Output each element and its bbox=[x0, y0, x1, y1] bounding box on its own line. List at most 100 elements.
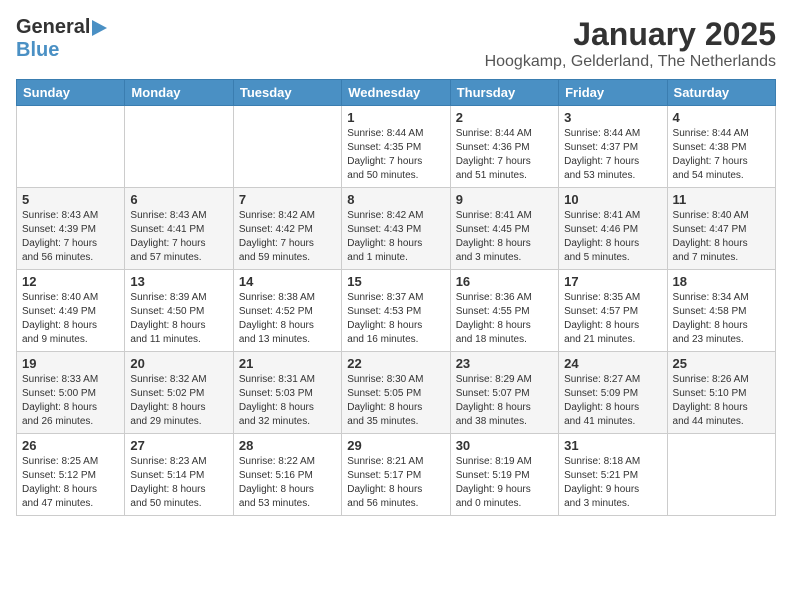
day-info: Sunrise: 8:40 AM Sunset: 4:47 PM Dayligh… bbox=[673, 209, 770, 265]
day-number: 30 bbox=[456, 438, 553, 453]
calendar-cell: 8Sunrise: 8:42 AM Sunset: 4:43 PM Daylig… bbox=[342, 188, 450, 270]
day-info: Sunrise: 8:44 AM Sunset: 4:38 PM Dayligh… bbox=[673, 127, 770, 183]
day-info: Sunrise: 8:38 AM Sunset: 4:52 PM Dayligh… bbox=[239, 291, 336, 347]
day-number: 31 bbox=[564, 438, 661, 453]
day-number: 26 bbox=[22, 438, 119, 453]
weekday-header-friday: Friday bbox=[559, 80, 667, 106]
calendar-cell: 16Sunrise: 8:36 AM Sunset: 4:55 PM Dayli… bbox=[450, 270, 558, 352]
month-title: January 2025 bbox=[485, 16, 776, 53]
day-number: 1 bbox=[347, 110, 444, 125]
week-row-3: 12 Sunrise: 8:40 AM Sunset: 4:49 PM Dayli… bbox=[17, 270, 776, 352]
calendar-table: SundayMondayTuesdayWednesdayThursdayFrid… bbox=[16, 79, 776, 516]
day-info: Sunrise: 8:29 AM Sunset: 5:07 PM Dayligh… bbox=[456, 373, 553, 429]
day-number: 15 bbox=[347, 274, 444, 289]
day-info: Sunrise: 8:37 AM Sunset: 4:53 PM Dayligh… bbox=[347, 291, 444, 347]
day-number: 5 bbox=[22, 192, 119, 207]
day-info: Sunrise: 8:35 AM Sunset: 4:57 PM Dayligh… bbox=[564, 291, 661, 347]
day-number: 3 bbox=[564, 110, 661, 125]
day-info: Sunrise: 8:42 AM Sunset: 4:43 PM Dayligh… bbox=[347, 209, 444, 265]
day-info: Sunrise: 8:31 AM Sunset: 5:03 PM Dayligh… bbox=[239, 373, 336, 429]
day-info: Sunrise: 8:44 AM Sunset: 4:35 PM Dayligh… bbox=[347, 127, 444, 183]
calendar-cell: 30 Sunrise: 8:19 AM Sunset: 5:19 PM Dayli… bbox=[450, 434, 558, 516]
calendar-page: General Blue January 2025 Hoogkamp, Geld… bbox=[0, 0, 792, 612]
day-number: 2 bbox=[456, 110, 553, 125]
calendar-cell: 6 Sunrise: 8:43 AM Sunset: 4:41 PM Daylig… bbox=[125, 188, 233, 270]
calendar-cell: 10 Sunrise: 8:41 AM Sunset: 4:46 PM Dayli… bbox=[559, 188, 667, 270]
day-info: Sunrise: 8:44 AM Sunset: 4:36 PM Dayligh… bbox=[456, 127, 553, 183]
calendar-cell bbox=[233, 106, 341, 188]
calendar-cell: 3 Sunrise: 8:44 AM Sunset: 4:37 PM Daylig… bbox=[559, 106, 667, 188]
calendar-cell: 29 Sunrise: 8:21 AM Sunset: 5:17 PM Dayli… bbox=[342, 434, 450, 516]
weekday-header-thursday: Thursday bbox=[450, 80, 558, 106]
day-info: Sunrise: 8:21 AM Sunset: 5:17 PM Dayligh… bbox=[347, 455, 444, 511]
day-number: 17 bbox=[564, 274, 661, 289]
day-info: Sunrise: 8:42 AM Sunset: 4:42 PM Dayligh… bbox=[239, 209, 336, 265]
day-number: 4 bbox=[673, 110, 770, 125]
calendar-cell: 26 Sunrise: 8:25 AM Sunset: 5:12 PM Dayli… bbox=[17, 434, 125, 516]
day-number: 6 bbox=[130, 192, 227, 207]
calendar-cell: 7 Sunrise: 8:42 AM Sunset: 4:42 PM Daylig… bbox=[233, 188, 341, 270]
logo: General Blue bbox=[16, 16, 107, 62]
title-block: January 2025 Hoogkamp, Gelderland, The N… bbox=[485, 16, 776, 71]
calendar-cell: 5 Sunrise: 8:43 AM Sunset: 4:39 PM Daylig… bbox=[17, 188, 125, 270]
day-info: Sunrise: 8:43 AM Sunset: 4:39 PM Dayligh… bbox=[22, 209, 119, 265]
day-number: 11 bbox=[673, 192, 770, 207]
day-info: Sunrise: 8:32 AM Sunset: 5:02 PM Dayligh… bbox=[130, 373, 227, 429]
calendar-cell: 18 Sunrise: 8:34 AM Sunset: 4:58 PM Dayli… bbox=[667, 270, 775, 352]
header: General Blue January 2025 Hoogkamp, Geld… bbox=[16, 16, 776, 71]
day-number: 18 bbox=[673, 274, 770, 289]
location-title: Hoogkamp, Gelderland, The Netherlands bbox=[485, 53, 776, 71]
day-info: Sunrise: 8:39 AM Sunset: 4:50 PM Dayligh… bbox=[130, 291, 227, 347]
day-number: 25 bbox=[673, 356, 770, 371]
calendar-cell: 11 Sunrise: 8:40 AM Sunset: 4:47 PM Dayli… bbox=[667, 188, 775, 270]
day-info: Sunrise: 8:19 AM Sunset: 5:19 PM Dayligh… bbox=[456, 455, 553, 511]
day-info: Sunrise: 8:41 AM Sunset: 4:46 PM Dayligh… bbox=[564, 209, 661, 265]
calendar-cell: 28Sunrise: 8:22 AM Sunset: 5:16 PM Dayli… bbox=[233, 434, 341, 516]
day-info: Sunrise: 8:27 AM Sunset: 5:09 PM Dayligh… bbox=[564, 373, 661, 429]
day-number: 13 bbox=[130, 274, 227, 289]
calendar-cell: 9 Sunrise: 8:41 AM Sunset: 4:45 PM Daylig… bbox=[450, 188, 558, 270]
day-info: Sunrise: 8:44 AM Sunset: 4:37 PM Dayligh… bbox=[564, 127, 661, 183]
calendar-cell: 1 Sunrise: 8:44 AM Sunset: 4:35 PM Daylig… bbox=[342, 106, 450, 188]
day-number: 9 bbox=[456, 192, 553, 207]
calendar-cell: 25 Sunrise: 8:26 AM Sunset: 5:10 PM Dayli… bbox=[667, 352, 775, 434]
calendar-cell: 22Sunrise: 8:30 AM Sunset: 5:05 PM Dayli… bbox=[342, 352, 450, 434]
day-number: 14 bbox=[239, 274, 336, 289]
weekday-header-tuesday: Tuesday bbox=[233, 80, 341, 106]
day-number: 12 bbox=[22, 274, 119, 289]
calendar-cell: 23 Sunrise: 8:29 AM Sunset: 5:07 PM Dayli… bbox=[450, 352, 558, 434]
calendar-cell: 17 Sunrise: 8:35 AM Sunset: 4:57 PM Dayli… bbox=[559, 270, 667, 352]
day-number: 29 bbox=[347, 438, 444, 453]
week-row-1: 1 Sunrise: 8:44 AM Sunset: 4:35 PM Daylig… bbox=[17, 106, 776, 188]
day-number: 23 bbox=[456, 356, 553, 371]
weekday-header-saturday: Saturday bbox=[667, 80, 775, 106]
calendar-cell: 14 Sunrise: 8:38 AM Sunset: 4:52 PM Dayli… bbox=[233, 270, 341, 352]
weekday-header-row: SundayMondayTuesdayWednesdayThursdayFrid… bbox=[17, 80, 776, 106]
day-number: 19 bbox=[22, 356, 119, 371]
calendar-cell: 13 Sunrise: 8:39 AM Sunset: 4:50 PM Dayli… bbox=[125, 270, 233, 352]
day-number: 24 bbox=[564, 356, 661, 371]
calendar-cell: 27Sunrise: 8:23 AM Sunset: 5:14 PM Dayli… bbox=[125, 434, 233, 516]
day-number: 22 bbox=[347, 356, 444, 371]
calendar-cell: 4 Sunrise: 8:44 AM Sunset: 4:38 PM Daylig… bbox=[667, 106, 775, 188]
calendar-cell bbox=[667, 434, 775, 516]
day-info: Sunrise: 8:41 AM Sunset: 4:45 PM Dayligh… bbox=[456, 209, 553, 265]
day-number: 10 bbox=[564, 192, 661, 207]
calendar-cell: 21 Sunrise: 8:31 AM Sunset: 5:03 PM Dayli… bbox=[233, 352, 341, 434]
day-number: 7 bbox=[239, 192, 336, 207]
day-info: Sunrise: 8:34 AM Sunset: 4:58 PM Dayligh… bbox=[673, 291, 770, 347]
week-row-2: 5 Sunrise: 8:43 AM Sunset: 4:39 PM Daylig… bbox=[17, 188, 776, 270]
day-info: Sunrise: 8:26 AM Sunset: 5:10 PM Dayligh… bbox=[673, 373, 770, 429]
calendar-cell: 12 Sunrise: 8:40 AM Sunset: 4:49 PM Dayli… bbox=[17, 270, 125, 352]
week-row-4: 19Sunrise: 8:33 AM Sunset: 5:00 PM Dayli… bbox=[17, 352, 776, 434]
day-info: Sunrise: 8:18 AM Sunset: 5:21 PM Dayligh… bbox=[564, 455, 661, 511]
day-number: 27 bbox=[130, 438, 227, 453]
day-info: Sunrise: 8:25 AM Sunset: 5:12 PM Dayligh… bbox=[22, 455, 119, 511]
day-info: Sunrise: 8:43 AM Sunset: 4:41 PM Dayligh… bbox=[130, 209, 227, 265]
day-number: 21 bbox=[239, 356, 336, 371]
day-info: Sunrise: 8:36 AM Sunset: 4:55 PM Dayligh… bbox=[456, 291, 553, 347]
calendar-cell: 24 Sunrise: 8:27 AM Sunset: 5:09 PM Dayli… bbox=[559, 352, 667, 434]
weekday-header-wednesday: Wednesday bbox=[342, 80, 450, 106]
calendar-cell: 31 Sunrise: 8:18 AM Sunset: 5:21 PM Dayli… bbox=[559, 434, 667, 516]
day-info: Sunrise: 8:40 AM Sunset: 4:49 PM Dayligh… bbox=[22, 291, 119, 347]
